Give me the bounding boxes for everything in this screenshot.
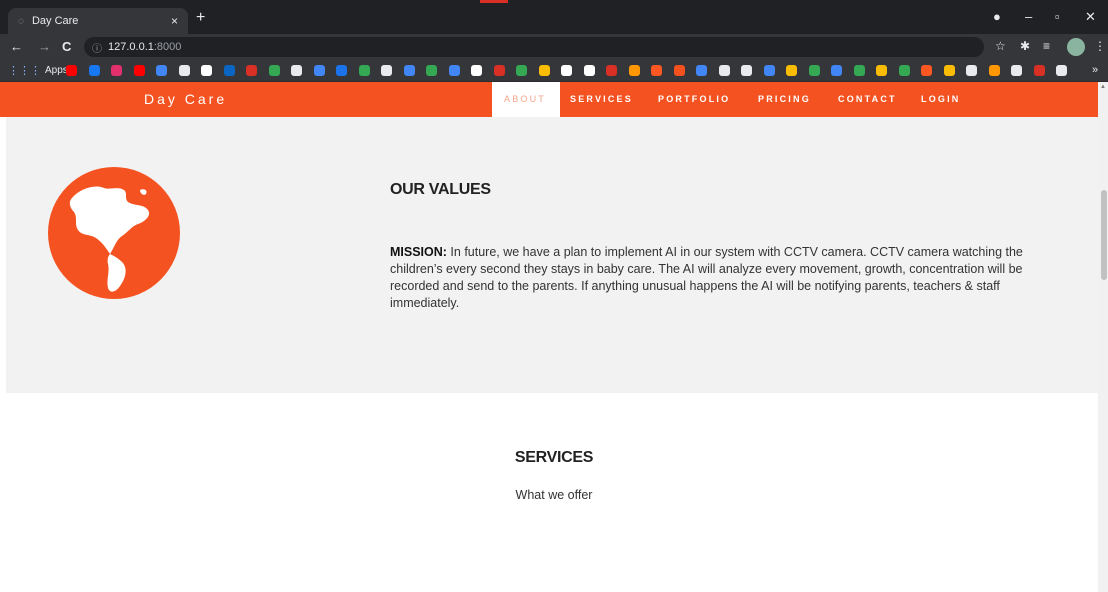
bookmarks-bar: ⋮⋮⋮ Apps »	[0, 60, 1108, 82]
nav-contact[interactable]: CONTACT	[838, 94, 897, 104]
browser-tab-bar: ◌ Day Care × + ● – ▫ ✕	[0, 0, 1108, 34]
apps-label: Apps	[45, 65, 68, 76]
record-icon[interactable]: ●	[993, 9, 1001, 24]
bookmark-icon[interactable]	[246, 65, 257, 76]
mission-paragraph: MISSION: In future, we have a plan to im…	[390, 244, 1070, 312]
bookmark-icon[interactable]	[786, 65, 797, 76]
mission-label: MISSION:	[390, 245, 447, 259]
bookmark-icon[interactable]	[921, 65, 932, 76]
services-heading: SERVICES	[514, 449, 594, 466]
reload-button[interactable]: C	[62, 39, 71, 54]
bookmark-icon[interactable]	[133, 65, 145, 76]
page-icon: ◌	[18, 15, 24, 27]
nav-login[interactable]: LOGIN	[921, 94, 961, 104]
bookmark-icon[interactable]	[381, 65, 392, 76]
bookmark-icon[interactable]	[291, 65, 302, 76]
bookmark-icon[interactable]	[1033, 65, 1045, 76]
more-bookmarks-icon[interactable]: »	[1092, 64, 1098, 76]
bookmark-icon[interactable]	[898, 65, 910, 76]
minimize-button[interactable]: –	[1025, 9, 1032, 24]
bookmark-icon[interactable]	[223, 65, 235, 76]
bookmark-icon[interactable]	[178, 65, 190, 76]
bookmark-icon[interactable]	[673, 65, 685, 76]
bookmark-icon[interactable]	[403, 65, 415, 76]
bookmark-icon[interactable]	[763, 65, 775, 76]
bookmark-icon[interactable]	[561, 65, 572, 76]
bookmark-icon[interactable]	[471, 65, 482, 76]
bookmark-icon[interactable]	[741, 65, 752, 76]
avatar[interactable]	[1067, 38, 1085, 56]
nav-portfolio[interactable]: PORTFOLIO	[658, 94, 730, 104]
bookmark-icon[interactable]	[628, 65, 640, 76]
bookmark-icon[interactable]	[66, 65, 77, 76]
brand-logo[interactable]: Day Care	[144, 91, 227, 107]
bookmark-icon[interactable]	[111, 65, 122, 76]
apps-bookmark[interactable]: ⋮⋮⋮ Apps	[8, 64, 68, 77]
nav-about-label: ABOUT	[504, 94, 547, 104]
bookmark-icon[interactable]	[943, 65, 955, 76]
bookmark-icon[interactable]	[583, 65, 595, 76]
scrollbar-thumb[interactable]	[1101, 190, 1107, 280]
url-port: :8000	[153, 41, 182, 53]
bookmark-icon[interactable]	[966, 65, 977, 76]
bookmark-icon[interactable]	[853, 65, 865, 76]
forward-button[interactable]: →	[38, 39, 51, 54]
maximize-button[interactable]: ▫	[1055, 9, 1060, 24]
url-host: 127.0.0.1	[108, 41, 154, 53]
bookmark-icon[interactable]	[538, 65, 550, 76]
nav-services[interactable]: SERVICES	[570, 94, 633, 104]
bookmark-icon[interactable]	[88, 65, 100, 76]
bookmark-icon[interactable]	[201, 65, 212, 76]
bookmark-icon[interactable]	[313, 65, 325, 76]
close-tab-icon[interactable]: ×	[171, 14, 178, 28]
scroll-up-icon[interactable]: ▲	[1100, 84, 1106, 90]
services-subtitle: What we offer	[515, 488, 593, 502]
address-bar: ← → C ⓘ 127.0.0.1:8000 ☆ ✱ ≡ ⋮	[0, 34, 1108, 60]
bookmark-icon[interactable]	[651, 65, 662, 76]
star-icon[interactable]: ☆	[995, 39, 1006, 53]
menu-icon[interactable]: ⋮	[1094, 39, 1106, 53]
browser-tab[interactable]: ◌ Day Care ×	[8, 8, 188, 34]
bookmark-icon[interactable]	[606, 65, 617, 76]
bookmark-icon[interactable]	[156, 65, 167, 76]
bookmark-icon[interactable]	[988, 65, 1000, 76]
tab-title: Day Care	[31, 15, 79, 27]
bookmark-icon[interactable]	[808, 65, 820, 76]
globe-icon	[48, 167, 180, 299]
bookmark-icon[interactable]	[1011, 65, 1022, 76]
bookmark-icon[interactable]	[1056, 65, 1067, 76]
new-tab-button[interactable]: +	[196, 9, 205, 27]
reading-list-icon[interactable]: ≡	[1043, 39, 1050, 53]
page-scrollbar[interactable]	[1098, 82, 1108, 592]
nav-pricing[interactable]: PRICING	[758, 94, 811, 104]
close-window-button[interactable]: ✕	[1085, 9, 1096, 25]
nav-about[interactable]: ABOUT	[492, 82, 560, 117]
bookmark-icon[interactable]	[268, 65, 280, 76]
recording-indicator	[480, 0, 508, 3]
bookmark-icon[interactable]	[426, 65, 437, 76]
info-icon[interactable]: ⓘ	[92, 40, 102, 55]
bookmark-icon[interactable]	[696, 65, 707, 76]
bookmark-icon[interactable]	[358, 65, 370, 76]
bookmark-icon[interactable]	[876, 65, 887, 76]
bookmark-icon[interactable]	[493, 65, 505, 76]
extensions-icon[interactable]: ✱	[1020, 39, 1030, 53]
back-button[interactable]: ←	[10, 39, 23, 54]
bookmark-icon[interactable]	[718, 65, 730, 76]
bookmark-icon[interactable]	[448, 65, 460, 76]
mission-text: In future, we have a plan to implement A…	[390, 245, 1023, 310]
bookmark-icon[interactable]	[516, 65, 527, 76]
values-heading: OUR VALUES	[390, 181, 491, 198]
bookmark-icon[interactable]	[831, 65, 842, 76]
apps-grid-icon: ⋮⋮⋮	[8, 65, 41, 77]
bookmark-icon[interactable]	[336, 65, 347, 76]
url-input[interactable]: ⓘ 127.0.0.1:8000	[84, 37, 984, 57]
